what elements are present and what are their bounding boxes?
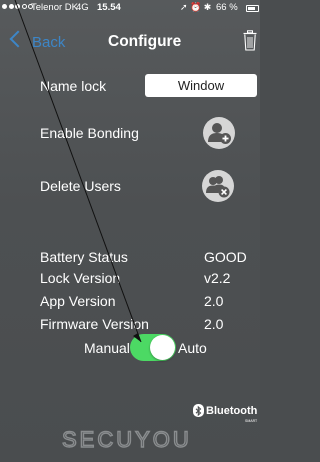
svg-text:SECUYOU: SECUYOU: [62, 427, 192, 451]
delete-users-button[interactable]: [202, 170, 234, 202]
firmware-version-label: Firmware Version: [40, 316, 149, 332]
manual-label: Manual: [84, 340, 130, 356]
bluetooth-smart-text: SMART: [245, 419, 258, 423]
lock-version-label: Lock Version: [40, 270, 121, 286]
mode-toggle-switch[interactable]: [130, 334, 176, 361]
network-type: 4G: [76, 2, 89, 13]
battery-status-label: Battery Status: [40, 249, 128, 265]
page-title: Configure: [108, 33, 182, 50]
location-alarm-bluetooth-icons: ➚ ⏰ ✱: [180, 2, 212, 12]
back-button[interactable]: Back: [32, 34, 65, 51]
app-version-label: App Version: [40, 293, 116, 309]
delete-users-icon: [206, 176, 230, 198]
name-lock-label: Name lock: [40, 78, 107, 94]
firmware-version-value: 2.0: [204, 316, 224, 332]
clock: 15.54: [97, 2, 121, 13]
battery-icon: [246, 5, 259, 12]
secuyou-logo: SECUYOU: [62, 427, 192, 451]
battery-percentage: 66 %: [216, 2, 238, 13]
enable-bonding-button[interactable]: [203, 117, 235, 149]
add-user-icon: [208, 123, 231, 144]
lock-version-value: v2.2: [204, 270, 231, 286]
name-lock-field[interactable]: Window: [145, 74, 257, 97]
toggle-knob[interactable]: [150, 335, 175, 360]
battery-status-value: GOOD: [204, 249, 247, 265]
trash-icon[interactable]: [243, 30, 257, 51]
bluetooth-icon: [193, 404, 204, 417]
annotation-pointer-line: [14, 0, 142, 343]
configure-screen: Telenor DK 4G 15.54 ➚ ⏰ ✱ 66 % Back Conf…: [0, 0, 260, 462]
signal-strength-icon: [2, 4, 33, 9]
bluetooth-smart-logo: Bluetooth: [193, 404, 257, 417]
auto-label: Auto: [178, 340, 207, 356]
enable-bonding-label: Enable Bonding: [40, 125, 139, 141]
carrier-name: Telenor DK: [31, 2, 78, 13]
app-version-value: 2.0: [204, 293, 224, 309]
status-bar: Telenor DK 4G 15.54 ➚ ⏰ ✱ 66 %: [0, 0, 260, 18]
delete-users-label: Delete Users: [40, 178, 121, 194]
bluetooth-text: Bluetooth: [206, 404, 258, 417]
